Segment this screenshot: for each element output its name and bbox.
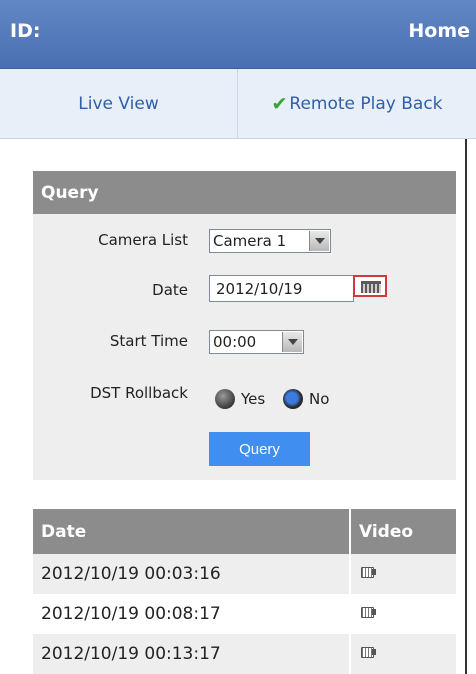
top-header-bar: ID: Home (0, 0, 476, 69)
row-video-cell (349, 594, 456, 634)
row-date: 2012/10/19 00:08:17 (33, 594, 350, 634)
video-column-header: Video (349, 509, 456, 554)
calendar-grid (361, 281, 381, 293)
video-file-icon[interactable] (361, 645, 377, 659)
query-panel: Query Camera List Camera 1 Date Start Ti… (33, 171, 456, 480)
tab-live-view-label: Live View (78, 93, 159, 114)
dst-no-radio[interactable] (283, 389, 303, 409)
dst-rollback-label: DST Rollback (90, 384, 188, 402)
scrollbar-track[interactable] (465, 139, 467, 674)
camera-list-value: Camera 1 (213, 232, 287, 250)
results-table: Date Video 2012/10/19 00:03:16 2012/10/1… (33, 509, 456, 674)
video-file-icon[interactable] (361, 605, 377, 619)
dst-no-label: No (309, 390, 330, 408)
row-video-cell (349, 634, 456, 674)
table-row: 2012/10/19 00:08:17 (33, 594, 456, 634)
video-file-icon[interactable] (361, 565, 377, 579)
chevron-down-icon (309, 231, 329, 251)
checkmark-icon: ✔ (271, 92, 288, 115)
table-row: 2012/10/19 00:03:16 (33, 554, 456, 594)
row-date: 2012/10/19 00:13:17 (33, 634, 350, 674)
date-column-header: Date (33, 509, 350, 554)
start-time-label: Start Time (109, 332, 188, 350)
home-link[interactable]: Home (408, 20, 470, 42)
table-row: 2012/10/19 00:13:17 (33, 634, 456, 674)
camera-list-select[interactable]: Camera 1 (209, 229, 331, 253)
results-header-row: Date Video (33, 509, 456, 554)
dst-yes-radio[interactable] (215, 389, 235, 409)
row-date: 2012/10/19 00:03:16 (33, 554, 350, 594)
date-label: Date (152, 281, 188, 299)
date-input[interactable] (209, 275, 354, 302)
query-button[interactable]: Query (209, 432, 310, 466)
tab-remote-play-back[interactable]: ✔ Remote Play Back (238, 69, 476, 138)
id-label: ID: (10, 20, 41, 42)
calendar-icon[interactable] (353, 275, 387, 297)
camera-list-label: Camera List (98, 231, 188, 249)
start-time-select[interactable]: 00:00 (209, 330, 304, 354)
query-panel-title: Query (33, 171, 456, 214)
chevron-down-icon (282, 332, 302, 352)
start-time-value: 00:00 (213, 333, 257, 351)
tab-remote-play-back-label: Remote Play Back (289, 93, 443, 114)
dst-yes-label: Yes (241, 390, 266, 408)
tab-live-view[interactable]: Live View (0, 69, 238, 138)
view-tabs: Live View ✔ Remote Play Back (0, 69, 476, 139)
row-video-cell (349, 554, 456, 594)
